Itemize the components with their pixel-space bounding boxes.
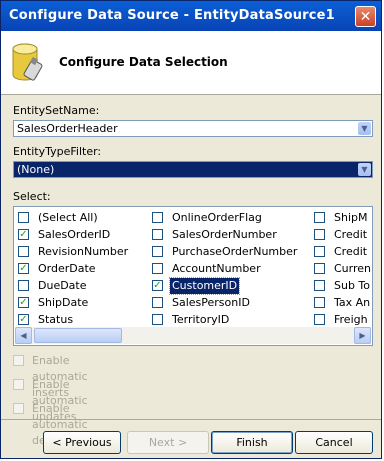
checkmark-icon[interactable]: ✓ [152,280,163,291]
type-filter-value: (None) [17,163,55,176]
field-checkbox-label: CustomerID [168,277,241,295]
field-checkbox-label: Status [38,313,74,326]
checkbox-box[interactable] [314,212,325,223]
horizontal-scrollbar[interactable]: ◀ ▶ [15,327,371,344]
checkbox-box[interactable] [152,263,163,274]
checkmark-icon[interactable]: ✓ [18,263,29,274]
title-bar[interactable]: Configure Data Source - EntityDataSource… [1,1,381,31]
checkbox-box[interactable] [152,212,163,223]
checkmark-icon[interactable]: ✓ [18,229,29,240]
footer-divider [1,419,381,420]
checkbox-box[interactable] [314,246,325,257]
field-checkbox-label: (Select All) [38,211,98,224]
scroll-left-icon[interactable]: ◀ [15,327,32,344]
dialog-window: Configure Data Source - EntityDataSource… [0,0,382,459]
field-checkbox-label: ShipM [334,211,368,224]
checkbox-box[interactable] [314,314,325,325]
checkbox-box[interactable] [18,246,29,257]
checkbox-box[interactable] [13,403,24,414]
checkbox-box[interactable] [152,246,163,257]
field-select-list[interactable]: (Select All) ✓ SalesOrderID RevisionNumber ✓… [13,206,373,346]
field-checkbox-label: PurchaseOrderNumber [172,245,298,258]
field-checkbox-label: SalesOrderNumber [172,228,277,241]
scroll-thumb[interactable] [34,328,122,343]
field-checkbox-label: ShipDate [38,296,89,309]
window-title: Configure Data Source - EntityDataSource… [9,8,335,23]
checkbox-box[interactable] [152,229,163,240]
checkbox-box[interactable] [314,280,325,291]
field-checkbox-label: Curren [334,262,372,275]
field-checkbox-label: TerritoryID [172,313,230,326]
header-panel: Configure Data Selection [1,31,381,95]
entity-set-value: SalesOrderHeader [17,122,118,135]
next-button[interactable]: Next > [127,431,209,454]
field-checkbox-label: OnlineOrderFlag [172,211,262,224]
finish-button[interactable]: Finish [211,431,293,454]
checkmark-icon[interactable]: ✓ [18,314,29,325]
field-checkbox-label: AccountNumber [172,262,261,275]
field-checkbox-label: Freigh [334,313,368,326]
checkbox-box[interactable] [152,297,163,308]
scroll-right-icon[interactable]: ▶ [354,327,371,344]
checkmark-icon[interactable]: ✓ [18,297,29,308]
field-checkbox-label: Credit [334,228,368,241]
checkbox-box[interactable] [13,379,24,390]
entity-set-label: EntitySetName: [13,104,100,117]
field-checkbox-label: RevisionNumber [38,245,129,258]
field-checkbox-label: SalesPersonID [172,296,250,309]
field-checkbox-label: Credit [334,245,368,258]
checkbox-box[interactable] [152,314,163,325]
checkbox-box[interactable] [18,280,29,291]
page-title: Configure Data Selection [59,55,228,69]
checkbox-box[interactable] [314,263,325,274]
field-checkbox-label: Sub To [334,279,371,292]
database-icon [12,43,43,81]
close-icon: ✕ [359,9,372,25]
select-label: Select: [13,190,51,203]
checkbox-box[interactable] [314,297,325,308]
close-button[interactable]: ✕ [355,6,376,27]
field-checkbox-label: Tax An [334,296,371,309]
entity-set-combo[interactable]: SalesOrderHeader ▼ [13,120,373,137]
chevron-down-icon[interactable]: ▼ [358,163,371,176]
field-checkbox-label: SalesOrderID [38,228,111,241]
cancel-button[interactable]: Cancel [295,431,373,454]
previous-button[interactable]: < Previous [43,431,121,454]
checkbox-box[interactable] [13,355,24,366]
checkbox-box[interactable] [18,212,29,223]
checkbox-box[interactable] [314,229,325,240]
chevron-down-icon[interactable]: ▼ [358,122,371,135]
type-filter-label: EntityTypeFilter: [13,145,102,158]
field-checkbox-label: DueDate [38,279,87,292]
type-filter-combo[interactable]: (None) ▼ [13,161,373,178]
field-checkbox-label: OrderDate [38,262,96,275]
